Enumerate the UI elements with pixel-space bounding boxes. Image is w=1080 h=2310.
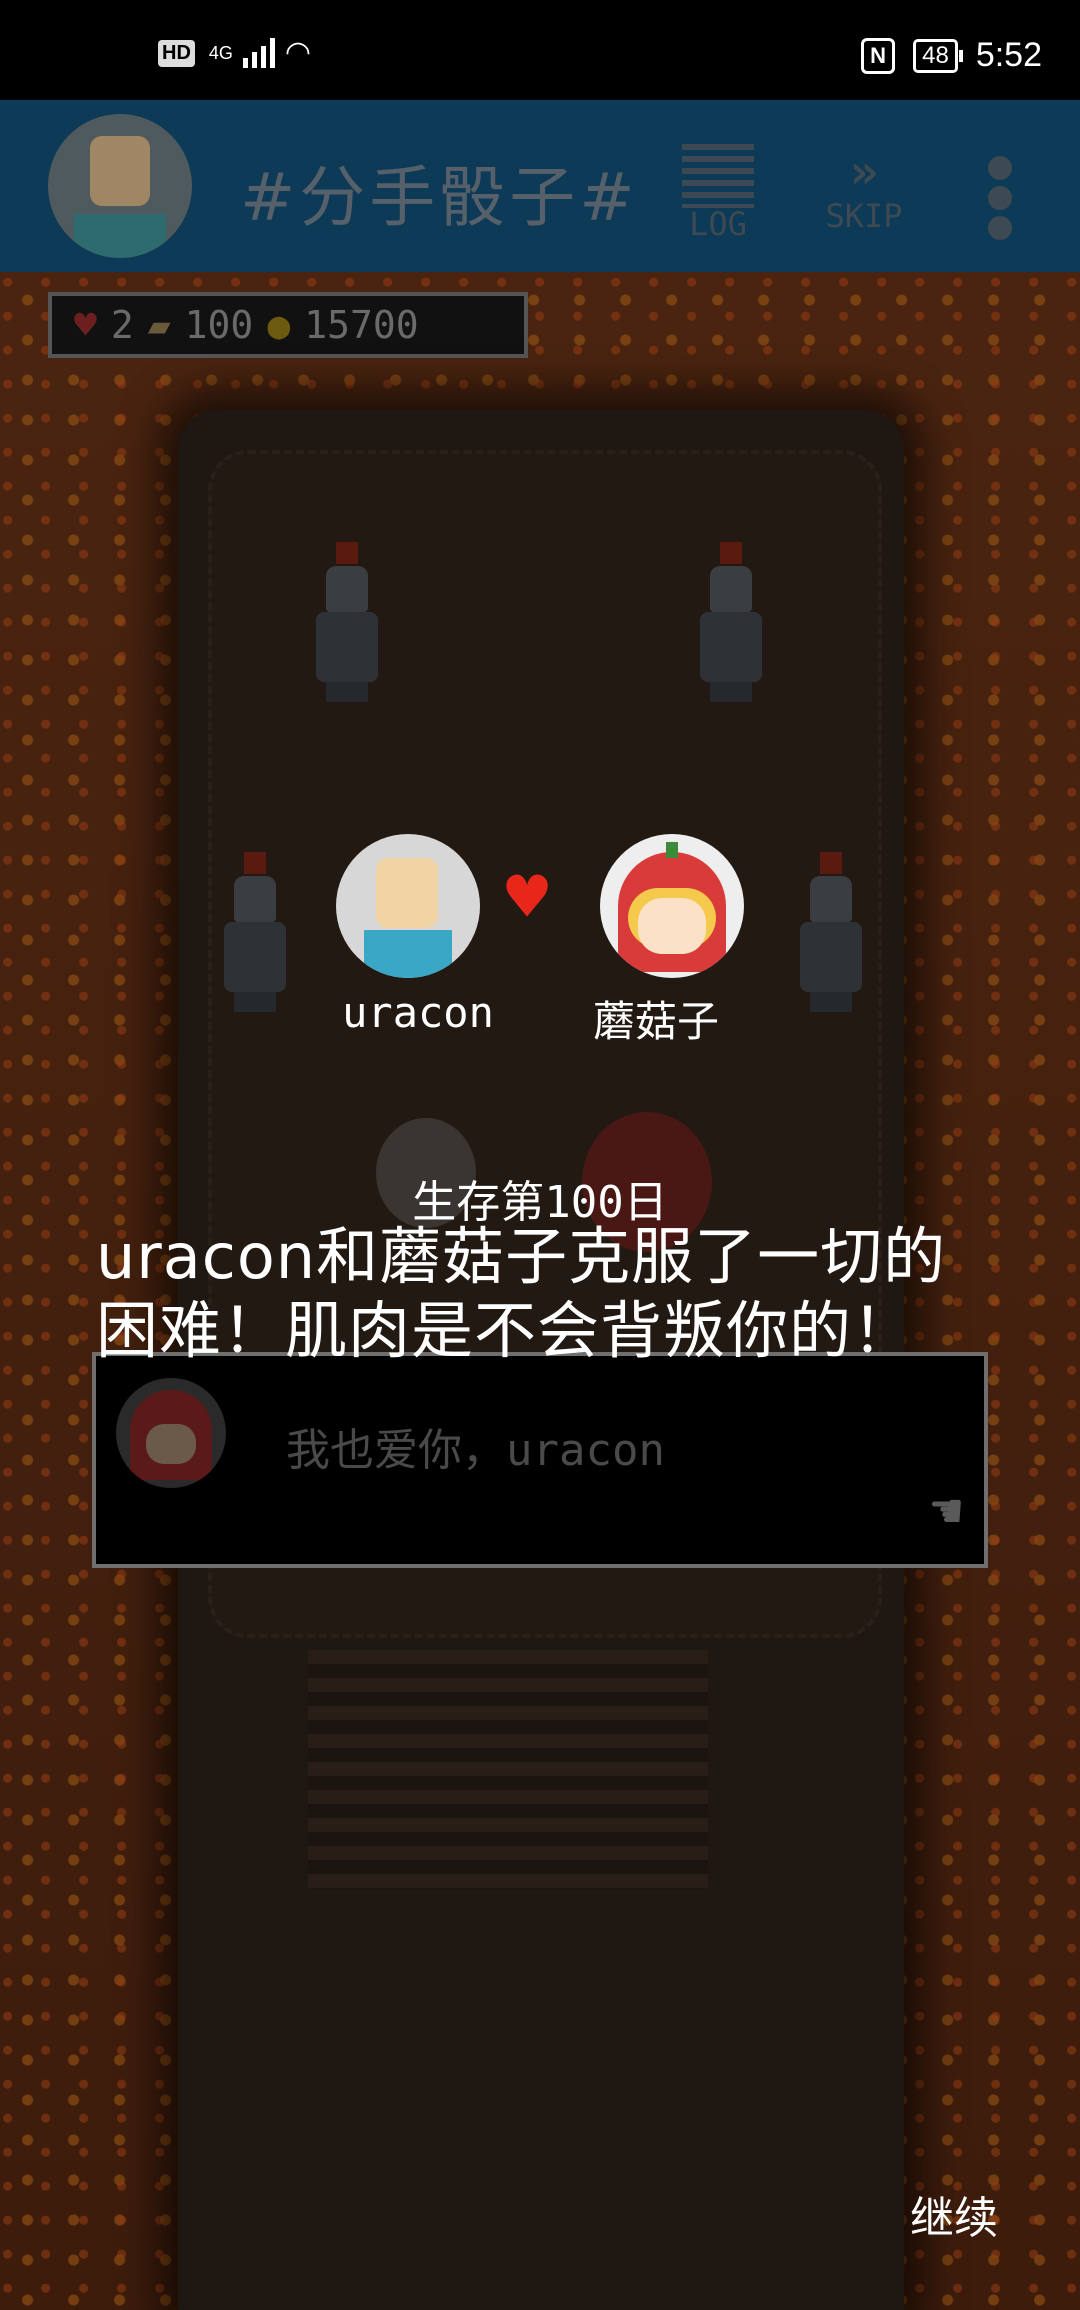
right-player-name: 蘑菇子 bbox=[592, 997, 719, 1046]
coins-count: 15700 bbox=[304, 303, 419, 347]
heart-icon: ♥ bbox=[506, 856, 549, 938]
uracon-avatar bbox=[336, 834, 480, 978]
dot-icon bbox=[988, 216, 1012, 240]
clock: 5:52 bbox=[975, 36, 1042, 74]
stats-bar: ♥ 2 ▰ 100 ● 15700 bbox=[48, 292, 528, 358]
page-title: #分手骰子# bbox=[240, 159, 639, 236]
knight-sprite bbox=[306, 542, 386, 702]
card-icon: ▰ bbox=[147, 303, 171, 347]
knight-sprite bbox=[790, 852, 870, 1012]
arena-stairs bbox=[308, 1650, 708, 1890]
cards-count: 100 bbox=[184, 303, 254, 347]
ending-message: uracon和蘑菇子克服了一切的困难！肌肉是不会背叛你的！ bbox=[96, 1220, 947, 1367]
mushroom-avatar bbox=[600, 834, 744, 978]
left-player-name: uracon bbox=[342, 988, 494, 1037]
status-bar: HD 4G ◠ N 48 5:52 bbox=[0, 0, 1080, 100]
dialog-text: 我也爱你，uracon bbox=[286, 1425, 665, 1476]
log-button[interactable]: LOG bbox=[678, 144, 758, 240]
wifi-icon: ◠ bbox=[284, 36, 312, 69]
network-type: 4G bbox=[208, 42, 233, 63]
log-icon bbox=[682, 144, 754, 208]
player-avatar[interactable] bbox=[48, 114, 192, 258]
log-label: LOG bbox=[689, 205, 747, 243]
dot-icon bbox=[988, 156, 1012, 180]
dot-icon bbox=[988, 186, 1012, 210]
hd-icon: HD bbox=[158, 39, 195, 67]
knight-sprite bbox=[214, 852, 294, 1012]
continue-button[interactable]: 继续 bbox=[910, 2182, 998, 2246]
battery-icon: 48 bbox=[913, 38, 963, 73]
knight-sprite bbox=[690, 542, 770, 702]
more-menu-button[interactable] bbox=[980, 150, 1020, 246]
fast-forward-icon: » bbox=[849, 144, 879, 200]
game-scene[interactable]: ♥ 2 ▰ 100 ● 15700 ♥ uracon 蘑菇子 我也爱你，urac… bbox=[0, 272, 1080, 2310]
heart-icon: ♥ bbox=[74, 303, 97, 347]
skip-label: SKIP bbox=[825, 197, 903, 235]
hand-pointer-icon: ☚ bbox=[930, 1482, 962, 1542]
signal-icon bbox=[242, 38, 275, 68]
skip-button[interactable]: » SKIP bbox=[812, 144, 916, 232]
nfc-icon: N bbox=[861, 37, 896, 74]
app-header: #分手骰子# LOG » SKIP bbox=[0, 100, 1080, 272]
lives-count: 2 bbox=[110, 303, 134, 347]
coin-icon: ● bbox=[267, 303, 291, 347]
dialog-box[interactable]: 我也爱你，uracon ☚ bbox=[92, 1352, 988, 1568]
speaker-avatar bbox=[116, 1378, 226, 1488]
